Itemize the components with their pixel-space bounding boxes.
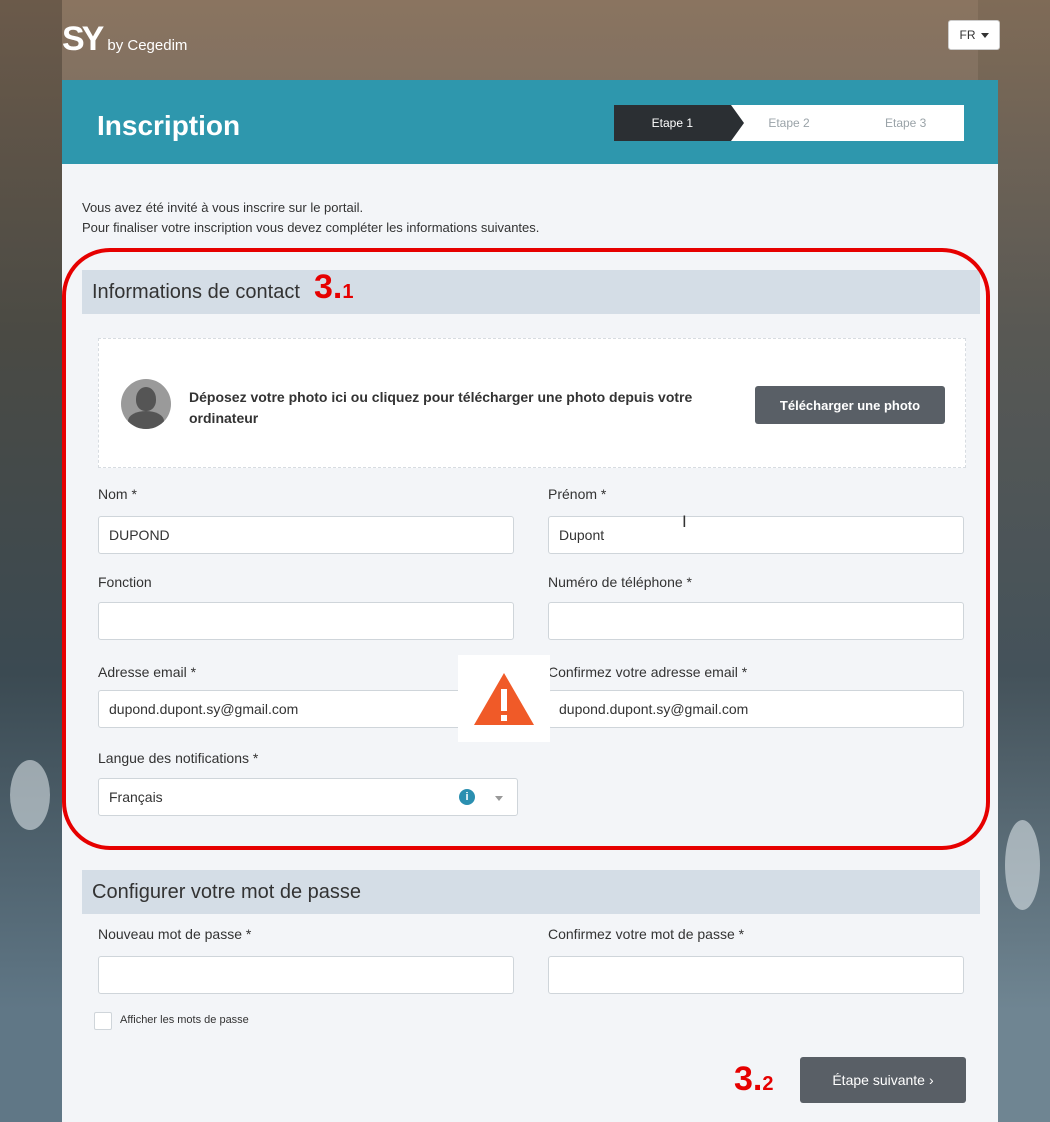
email-label: Adresse email * — [98, 664, 197, 680]
email-input[interactable]: dupond.dupont.sy@gmail.com — [98, 690, 514, 728]
avatar-placeholder-icon — [121, 379, 171, 429]
step-2: Etape 2 — [768, 116, 810, 130]
next-step-button[interactable]: Étape suivante › — [800, 1057, 966, 1103]
nom-label: Nom * — [98, 486, 137, 502]
langue-label: Langue des notifications * — [98, 750, 259, 766]
background-left — [0, 0, 62, 1122]
annotation-sub: 2 — [762, 1073, 774, 1095]
photo-dropzone[interactable]: Déposez votre photo ici ou cliquez pour … — [98, 338, 966, 468]
page-title: Inscription — [97, 110, 241, 141]
show-passwords-label: Afficher les mots de passe — [120, 1014, 249, 1026]
langue-value: Français — [109, 789, 163, 805]
confirm-password-label: Confirmez votre mot de passe * — [548, 926, 745, 942]
nom-input[interactable]: DUPOND — [98, 516, 514, 554]
annotation-number: 3. — [734, 1060, 763, 1098]
confirm-password-input[interactable] — [548, 956, 964, 994]
password-section-header: Configurer votre mot de passe — [82, 870, 980, 914]
new-password-label: Nouveau mot de passe * — [98, 926, 252, 942]
password-section-title: Configurer votre mot de passe — [92, 880, 362, 903]
email-confirm-label: Confirmez votre adresse email * — [548, 664, 748, 680]
brand-logo[interactable]: SY by Cegedim — [62, 20, 187, 59]
contact-section-title: Informations de contact — [92, 280, 300, 303]
snow-patch — [10, 760, 50, 830]
fonction-input[interactable] — [98, 602, 514, 640]
annotation-sub: 1 — [342, 281, 354, 303]
telephone-label: Numéro de téléphone * — [548, 574, 692, 590]
info-icon[interactable]: i — [459, 789, 475, 805]
chevron-down-icon — [980, 32, 989, 38]
step-3: Etape 3 — [884, 116, 927, 130]
new-password-input[interactable] — [98, 956, 514, 994]
intro-text: Vous avez été invité à vous inscrire sur… — [82, 198, 539, 238]
telephone-input[interactable] — [548, 602, 964, 640]
fonction-label: Fonction — [98, 574, 152, 590]
langue-select[interactable]: Français i — [98, 778, 518, 816]
step-1: Etape 1 — [614, 105, 744, 141]
intro-line-2: Pour finaliser votre inscription vous de… — [82, 220, 540, 235]
next-step-label: Étape suivante — [832, 1072, 925, 1088]
annotation-3-1: 3.1 — [314, 268, 353, 307]
logo-mark: SY — [62, 20, 104, 58]
annotation-number: 3. — [314, 268, 343, 306]
language-dropdown[interactable]: FR — [948, 20, 1000, 50]
stepper: Etape 1 Etape 2 Etape 3 — [614, 105, 964, 141]
warning-icon — [474, 673, 534, 725]
show-passwords-checkbox[interactable] — [94, 1012, 112, 1030]
card-header: Inscription Etape 1 Etape 2 Etape 3 — [62, 80, 998, 164]
text-cursor-icon: I — [682, 512, 687, 531]
email-confirm-input[interactable]: dupond.dupont.sy@gmail.com — [548, 690, 964, 728]
prenom-label: Prénom * — [548, 486, 607, 502]
dropzone-text: Déposez votre photo ici ou cliquez pour … — [189, 389, 693, 426]
annotation-3-2: 3.2 — [734, 1060, 773, 1099]
intro-line-1: Vous avez été invité à vous inscrire sur… — [82, 200, 364, 215]
registration-card: Inscription Etape 1 Etape 2 Etape 3 Vous… — [62, 80, 998, 1122]
chevron-right-icon: › — [928, 1072, 934, 1088]
warning-overlay — [458, 655, 550, 742]
snow-patch — [1005, 820, 1040, 910]
contact-section-header: Informations de contact — [82, 270, 980, 314]
chevron-down-icon — [495, 796, 503, 801]
language-label: FR — [959, 28, 976, 42]
upload-photo-button[interactable]: Télécharger une photo — [755, 386, 945, 424]
prenom-input[interactable]: Dupont — [548, 516, 964, 554]
logo-subtitle: by Cegedim — [107, 37, 188, 54]
